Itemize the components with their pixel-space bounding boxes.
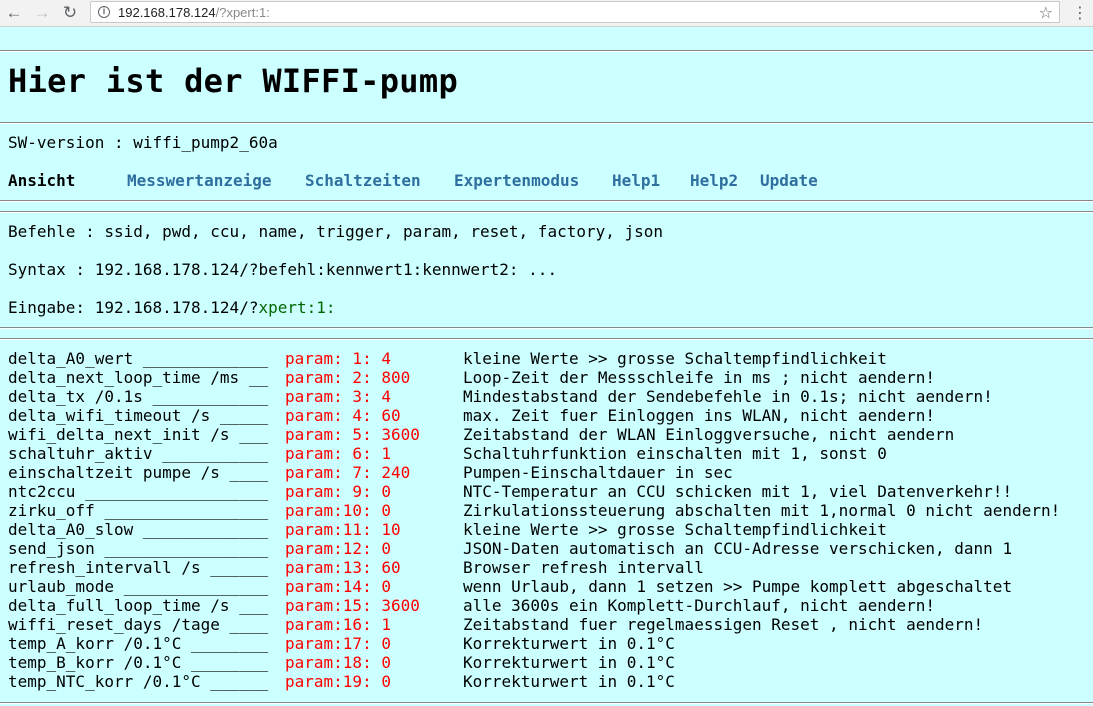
param-description: Zeitabstand fuer regelmaessigen Reset , … xyxy=(463,615,984,634)
eingabe-prefix: Eingabe: 192.168.178.124/? xyxy=(8,298,259,317)
url-path: /?xpert:1: xyxy=(215,5,270,20)
param-name: delta_A0_slow _____________ xyxy=(8,520,269,539)
param-name: ntc2ccu ___________________ xyxy=(8,482,269,501)
divider xyxy=(0,211,1093,213)
address-bar[interactable]: i 192.168.178.124/?xpert:1: ☆ xyxy=(90,1,1060,23)
forward-arrow-icon[interactable]: → xyxy=(32,3,52,23)
param-description: Mindestabstand der Sendebefehle in 0.1s;… xyxy=(463,387,993,406)
param-description: Pumpen-Einschaltdauer in sec xyxy=(463,463,733,482)
param-name: delta_A0_wert _____________ xyxy=(8,349,269,368)
divider xyxy=(0,702,1093,704)
nav-link-expertenmodus[interactable]: Expertenmodus xyxy=(454,171,579,190)
param-name: temp_A_korr /0.1°C ________ xyxy=(8,634,269,653)
param-value: param:17: 0 xyxy=(285,634,391,653)
param-description: Browser refresh intervall xyxy=(463,558,704,577)
param-value: param:18: 0 xyxy=(285,653,391,672)
bookmark-star-icon[interactable]: ☆ xyxy=(1039,3,1053,23)
param-name: einschaltzeit pumpe /s ____ xyxy=(8,463,269,482)
nav-link-help2[interactable]: Help2 xyxy=(690,171,738,190)
param-description: JSON-Daten automatisch an CCU-Adresse ve… xyxy=(463,539,1013,558)
param-name: temp_B_korr /0.1°C ________ xyxy=(8,653,269,672)
ansicht-label: Ansicht xyxy=(8,171,76,190)
param-name: schaltuhr_aktiv ___________ xyxy=(8,444,269,463)
param-description: kleine Werte >> grosse Schaltempfindlich… xyxy=(463,520,887,539)
param-description: NTC-Temperatur an CCU schicken mit 1, vi… xyxy=(463,482,1013,501)
page-title: Hier ist der WIFFI-pump xyxy=(8,62,459,100)
param-value: param: 3: 4 xyxy=(285,387,391,406)
param-description: max. Zeit fuer Einloggen ins WLAN, nicht… xyxy=(463,406,936,425)
browser-toolbar: ← → ↻ i 192.168.178.124/?xpert:1: ☆ ⋮ xyxy=(0,0,1093,27)
param-value: param: 1: 4 xyxy=(285,349,391,368)
nav-link-schaltzeiten[interactable]: Schaltzeiten xyxy=(305,171,421,190)
param-description: Loop-Zeit der Messschleife in ms ; nicht… xyxy=(463,368,936,387)
param-description: Korrekturwert in 0.1°C xyxy=(463,634,675,653)
param-description: Schaltuhrfunktion einschalten mit 1, son… xyxy=(463,444,887,463)
param-value: param: 6: 1 xyxy=(285,444,391,463)
divider xyxy=(0,50,1093,52)
param-name: delta_wifi_timeout /s _____ xyxy=(8,406,269,425)
param-value: param: 2: 800 xyxy=(285,368,411,387)
param-description: wenn Urlaub, dann 1 setzen >> Pumpe komp… xyxy=(463,577,1013,596)
syntax-line: Syntax : 192.168.178.124/?befehl:kennwer… xyxy=(8,260,558,279)
param-value: param: 4: 60 xyxy=(285,406,401,425)
eingabe-value: xpert:1: xyxy=(258,298,336,317)
param-description: Korrekturwert in 0.1°C xyxy=(463,672,675,691)
param-value: param: 5: 3600 xyxy=(285,425,420,444)
url-host: 192.168.178.124 xyxy=(118,5,216,20)
nav-link-update[interactable]: Update xyxy=(760,171,818,190)
param-description: Korrekturwert in 0.1°C xyxy=(463,653,675,672)
param-name: temp_NTC_korr /0.1°C ______ xyxy=(8,672,269,691)
param-name: send_json _________________ xyxy=(8,539,269,558)
param-name: zirku_off _________________ xyxy=(8,501,269,520)
nav-link-help1[interactable]: Help1 xyxy=(612,171,660,190)
param-description: Zirkulationssteuerung abschalten mit 1,n… xyxy=(463,501,1061,520)
divider xyxy=(0,327,1093,329)
param-description: kleine Werte >> grosse Schaltempfindlich… xyxy=(463,349,887,368)
sw-version: SW-version : wiffi_pump2_60a xyxy=(8,133,278,152)
befehle-line: Befehle : ssid, pwd, ccu, name, trigger,… xyxy=(8,222,664,241)
eingabe-line: Eingabe: 192.168.178.124/?xpert:1: xyxy=(8,298,336,317)
param-value: param: 9: 0 xyxy=(285,482,391,501)
param-name: refresh_intervall /s ______ xyxy=(8,558,269,577)
divider xyxy=(0,122,1093,124)
param-value: param:15: 3600 xyxy=(285,596,420,615)
reload-icon[interactable]: ↻ xyxy=(60,3,80,23)
param-name: wiffi_reset_days /tage ____ xyxy=(8,615,269,634)
param-name: wifi_delta_next_init /s ___ xyxy=(8,425,269,444)
param-value: param:16: 1 xyxy=(285,615,391,634)
url-text[interactable]: 192.168.178.124/?xpert:1: xyxy=(118,5,270,20)
param-value: param:14: 0 xyxy=(285,577,391,596)
param-name: delta_full_loop_time /s ___ xyxy=(8,596,269,615)
param-value: param:19: 0 xyxy=(285,672,391,691)
param-value: param:11: 10 xyxy=(285,520,401,539)
param-value: param:10: 0 xyxy=(285,501,391,520)
param-value: param:12: 0 xyxy=(285,539,391,558)
back-arrow-icon[interactable]: ← xyxy=(4,3,24,23)
info-icon[interactable]: i xyxy=(98,6,110,18)
param-description: Zeitabstand der WLAN Einloggversuche, ni… xyxy=(463,425,955,444)
param-name: delta_next_loop_time /ms __ xyxy=(8,368,269,387)
divider xyxy=(0,200,1093,202)
param-name: urlaub_mode _______________ xyxy=(8,577,269,596)
divider xyxy=(0,338,1093,340)
param-name: delta_tx /0.1s ____________ xyxy=(8,387,269,406)
param-description: alle 3600s ein Komplett-Durchlauf, nicht… xyxy=(463,596,936,615)
param-value: param: 7: 240 xyxy=(285,463,411,482)
nav-link-messwertanzeige[interactable]: Messwertanzeige xyxy=(127,171,272,190)
menu-dots-icon[interactable]: ⋮ xyxy=(1072,3,1088,23)
param-value: param:13: 60 xyxy=(285,558,401,577)
